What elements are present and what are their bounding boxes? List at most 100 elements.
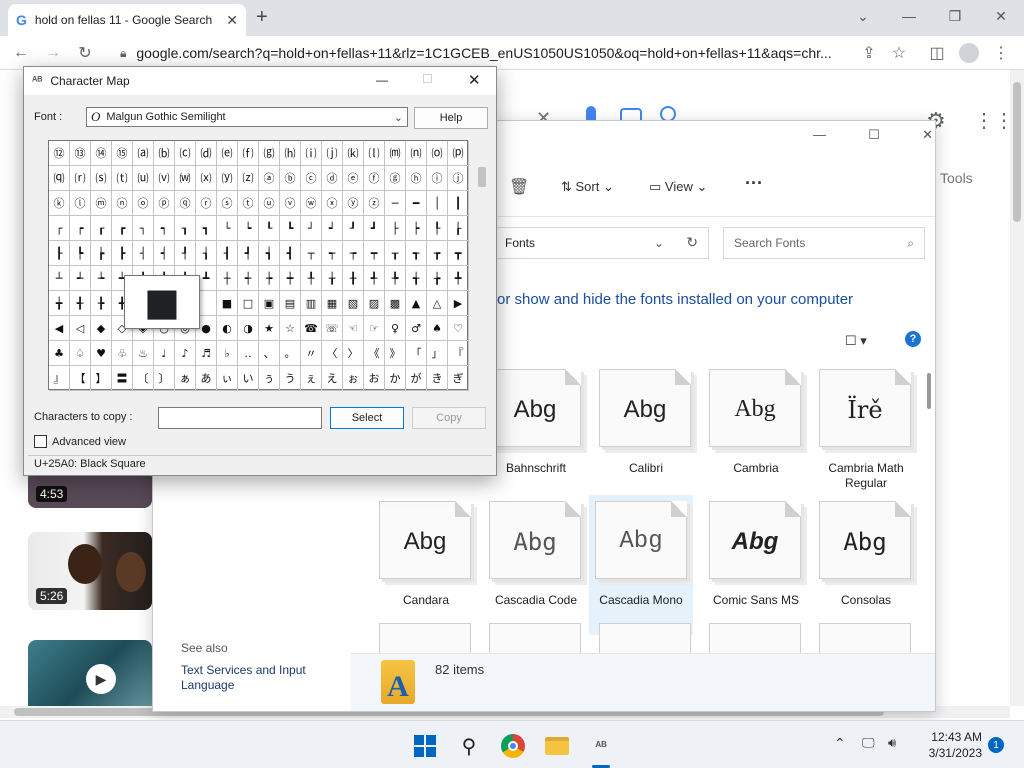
character-cell[interactable]: ☏ xyxy=(322,316,343,341)
delete-icon[interactable]: 🗑︎ xyxy=(509,177,529,197)
font-item[interactable]: Abg Consolas xyxy=(811,501,921,631)
character-cell[interactable]: ┳ xyxy=(448,241,469,266)
character-cell[interactable]: ┬ xyxy=(301,241,322,266)
reload-icon[interactable]: ↻ xyxy=(70,36,100,70)
font-item[interactable]: Abg Candara xyxy=(371,501,481,631)
character-cell[interactable]: ┕ xyxy=(238,216,259,241)
more-options-icon[interactable]: ··· xyxy=(745,173,763,194)
character-cell[interactable]: ╂ xyxy=(343,266,364,291)
character-cell[interactable]: 〉 xyxy=(343,341,364,366)
character-cell[interactable]: ⓨ xyxy=(343,191,364,216)
character-cell[interactable]: ⓕ xyxy=(364,166,385,191)
character-cell[interactable]: ┧ xyxy=(196,241,217,266)
video-thumbnail[interactable]: 5:26 xyxy=(28,532,152,610)
character-cell[interactable]: ■ xyxy=(217,291,238,316)
character-cell[interactable]: ⓜ xyxy=(91,191,112,216)
character-cell[interactable]: 》 xyxy=(385,341,406,366)
character-cell[interactable]: ┪ xyxy=(259,241,280,266)
character-cell[interactable]: ╄ xyxy=(385,266,406,291)
character-cell[interactable]: ⓑ xyxy=(280,166,301,191)
character-cell[interactable]: ⒞ xyxy=(175,141,196,166)
new-tab-icon[interactable]: + xyxy=(256,6,268,29)
character-cell[interactable]: ⒝ xyxy=(154,141,175,166)
character-cell[interactable]: ♣ xyxy=(49,341,70,366)
fonts-scrollbar-thumb[interactable] xyxy=(927,373,931,409)
character-cell[interactable]: ▩ xyxy=(385,291,406,316)
address-breadcrumb[interactable]: Fonts ⌄ ↻ xyxy=(495,227,709,259)
character-cell[interactable]: ぁ xyxy=(175,366,196,391)
character-cell[interactable]: ⒧ xyxy=(364,141,385,166)
close-window-icon[interactable]: ✕ xyxy=(978,0,1024,32)
character-cell[interactable]: ┌ xyxy=(49,216,70,241)
character-cell[interactable]: ⒡ xyxy=(238,141,259,166)
character-cell[interactable]: ⓟ xyxy=(154,191,175,216)
font-item[interactable]: Ïrě Cambria Math Regular xyxy=(811,369,921,499)
forward-icon[interactable]: → xyxy=(38,36,68,70)
maximize-icon[interactable]: ☐ xyxy=(868,127,880,147)
character-cell[interactable]: ⓧ xyxy=(322,191,343,216)
character-cell[interactable]: ⒨ xyxy=(385,141,406,166)
character-cell[interactable]: 、 xyxy=(259,341,280,366)
character-cell[interactable]: あ xyxy=(196,366,217,391)
character-cell[interactable]: ⓢ xyxy=(217,191,238,216)
character-cell[interactable]: ♧ xyxy=(112,341,133,366)
character-cell[interactable]: お xyxy=(364,366,385,391)
character-cell[interactable]: ⑭ xyxy=(91,141,112,166)
notification-badge[interactable]: 1 xyxy=(988,737,1004,753)
character-cell[interactable]: ⒠ xyxy=(217,141,238,166)
character-cell[interactable]: ♩ xyxy=(154,341,175,366)
character-cell[interactable]: 〈 xyxy=(322,341,343,366)
chevron-up-icon[interactable]: ⌃ xyxy=(834,735,846,752)
character-cell[interactable]: ⒟ xyxy=(196,141,217,166)
character-cell[interactable]: ▲ xyxy=(406,291,427,316)
character-cell[interactable]: ┨ xyxy=(217,241,238,266)
character-cell[interactable]: ┯ xyxy=(364,241,385,266)
text-services-link[interactable]: Text Services and Input Language xyxy=(181,663,341,693)
character-cell[interactable]: ⒱ xyxy=(154,166,175,191)
character-cell[interactable]: ⑬ xyxy=(70,141,91,166)
character-cell[interactable]: ┼ xyxy=(217,266,238,291)
character-cell[interactable]: ⓘ xyxy=(427,166,448,191)
character-cell[interactable]: ☎ xyxy=(301,316,322,341)
character-cell[interactable]: ♬ xyxy=(196,341,217,366)
page-scrollbar[interactable] xyxy=(1010,70,1024,706)
close-icon[interactable]: ✕ xyxy=(468,71,481,89)
character-cell[interactable]: ┃ xyxy=(448,191,469,216)
character-cell[interactable]: ┽ xyxy=(238,266,259,291)
character-cell[interactable]: ┒ xyxy=(175,216,196,241)
character-cell[interactable]: ◑ xyxy=(238,316,259,341)
character-cell[interactable]: ⒴ xyxy=(217,166,238,191)
character-cell[interactable]: ⒤ xyxy=(301,141,322,166)
character-cell[interactable]: ┶ xyxy=(91,266,112,291)
character-cell[interactable]: ┐ xyxy=(133,216,154,241)
font-item[interactable]: Abg Calibri xyxy=(591,369,701,499)
character-cell[interactable]: └ xyxy=(217,216,238,241)
character-cell[interactable]: ┗ xyxy=(280,216,301,241)
start-windows-icon[interactable] xyxy=(408,729,442,763)
character-cell[interactable]: ╁ xyxy=(322,266,343,291)
character-cell[interactable]: ▧ xyxy=(343,291,364,316)
character-cell[interactable]: ┚ xyxy=(343,216,364,241)
character-cell[interactable]: ⓡ xyxy=(196,191,217,216)
character-cell[interactable]: ┢ xyxy=(91,241,112,266)
character-cell[interactable]: ╇ xyxy=(448,266,469,291)
character-cell[interactable]: ☞ xyxy=(364,316,385,341)
character-cell[interactable]: ⑫ xyxy=(49,141,70,166)
character-cell[interactable]: ┤ xyxy=(133,241,154,266)
character-cell[interactable]: ぉ xyxy=(343,366,364,391)
character-cell[interactable]: ⒫ xyxy=(448,141,469,166)
close-icon[interactable]: ✕ xyxy=(922,127,933,147)
character-cell[interactable]: 〃 xyxy=(301,341,322,366)
character-cell[interactable]: ┴ xyxy=(49,266,70,291)
font-item[interactable]: Abg Bahnschrift xyxy=(481,369,591,499)
character-cell[interactable]: 〓 xyxy=(112,366,133,391)
character-cell[interactable]: ┾ xyxy=(259,266,280,291)
character-cell[interactable]: ◆ xyxy=(91,316,112,341)
address-bar[interactable]: 🔒︎ google.com/search?q=hold+on+fellas+11… xyxy=(110,40,850,66)
chevron-down-icon[interactable]: ⌄ xyxy=(654,236,664,250)
character-cell[interactable]: ぇ xyxy=(301,366,322,391)
character-map-taskbar-icon[interactable]: ᴬᴮ xyxy=(584,729,618,763)
character-cell[interactable]: ⒮ xyxy=(91,166,112,191)
character-cell[interactable]: ▣ xyxy=(259,291,280,316)
character-cell[interactable]: ▦ xyxy=(322,291,343,316)
